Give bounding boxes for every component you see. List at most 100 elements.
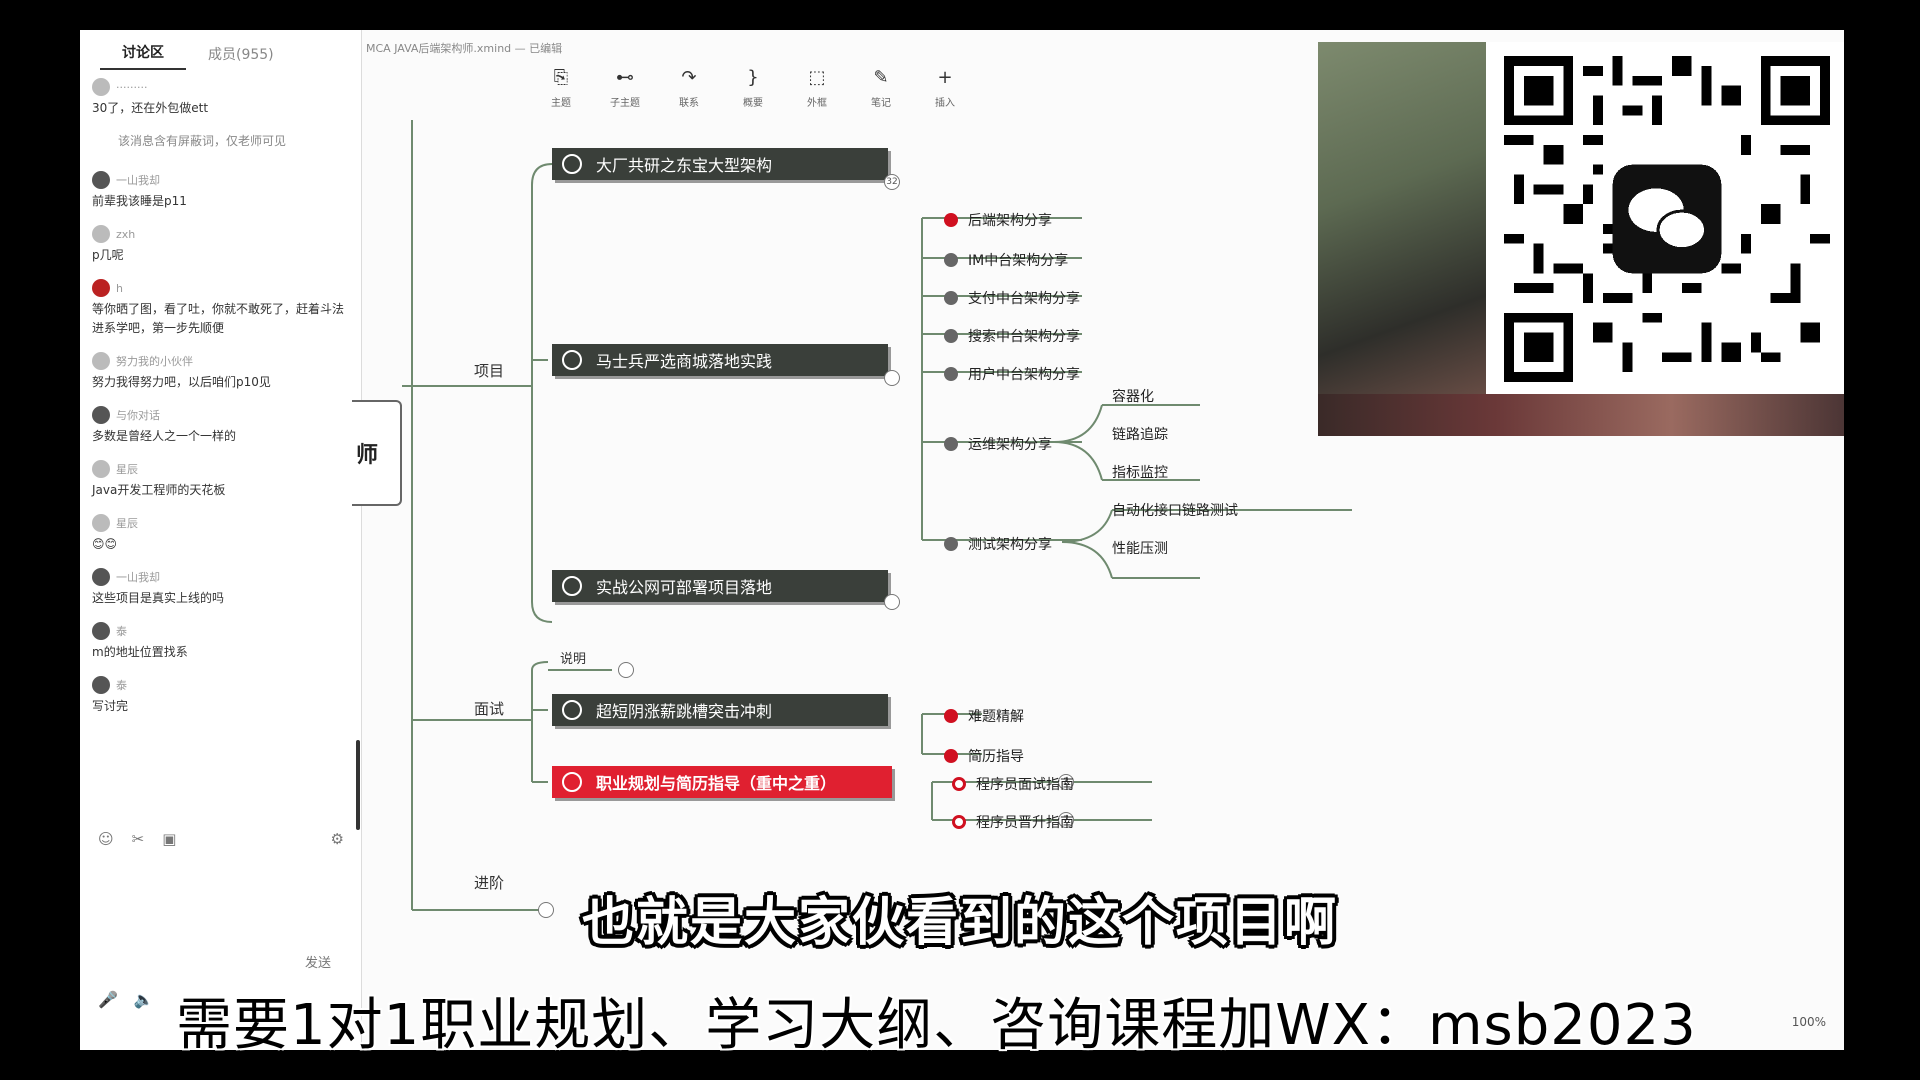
leaf-topic[interactable]: 搜索中台架构分享 xyxy=(944,326,1080,346)
collapse-toggle[interactable] xyxy=(884,594,900,610)
priority-icon xyxy=(944,537,958,551)
leaf-label: 难题精解 xyxy=(968,709,1024,725)
collapse-toggle[interactable] xyxy=(884,370,900,386)
leaf-label: 搜索中台架构分享 xyxy=(968,329,1080,345)
message-text: 这些项目是真实上线的吗 xyxy=(92,591,225,605)
topic-icon xyxy=(562,700,582,720)
sub-topic[interactable]: 指标监控 xyxy=(1112,462,1168,482)
tab-members[interactable]: 成员(955) xyxy=(186,44,296,70)
priority-icon xyxy=(944,291,958,305)
collapse-toggle[interactable] xyxy=(618,662,634,678)
chat-message: zxh p几呢 xyxy=(92,225,349,265)
message-user: 泰 xyxy=(116,625,127,638)
leaf-label: 测试架构分享 xyxy=(968,537,1052,553)
qr-code xyxy=(1486,42,1844,394)
priority-icon xyxy=(944,749,958,763)
message-user: 泰 xyxy=(116,679,127,692)
leaf-label: 程序员晋升指南 xyxy=(976,815,1074,831)
sub-topic[interactable]: 容器化 xyxy=(1112,386,1154,406)
microphone-icon[interactable]: 🎤 xyxy=(98,990,118,1009)
branch-explain[interactable]: 说明 xyxy=(560,648,586,667)
avatar xyxy=(92,279,110,297)
priority-icon xyxy=(944,367,958,381)
avatar xyxy=(92,352,110,370)
leaf-topic[interactable]: 程序员晋升指南 xyxy=(952,812,1074,832)
topic-bar[interactable]: 实战公网可部署项目落地 xyxy=(552,570,888,602)
avatar xyxy=(92,514,110,532)
message-text: p几呢 xyxy=(92,248,124,262)
avatar xyxy=(92,225,110,243)
leaf-topic[interactable]: 运维架构分享 xyxy=(944,434,1052,454)
leaf-label: IM中台架构分享 xyxy=(968,253,1069,269)
blocked-notice: 该消息含有屏蔽词，仅老师可见 xyxy=(118,134,287,148)
chat-message: 星辰 😊😊 xyxy=(92,514,349,554)
chat-message: 努力我的小伙伴 努力我得努力吧，以后咱们p10见 xyxy=(92,352,349,392)
root-topic[interactable]: 师 xyxy=(352,400,402,506)
settings-icon[interactable]: ⚙ xyxy=(331,830,344,848)
topic-label: 职业规划与简历指导（重中之重） xyxy=(596,774,837,793)
message-user: zxh xyxy=(116,227,136,241)
topic-label: 超短阴涨薪跳槽突击冲刺 xyxy=(596,702,773,721)
zoom-level: 100% xyxy=(1791,1015,1826,1029)
message-text: m的地址位置找系 xyxy=(92,645,188,659)
sub-topic[interactable]: 链路追踪 xyxy=(1112,424,1168,444)
chat-message-list[interactable]: ········· 30了，还在外包做ett 该消息含有屏蔽词，仅老师可见 一山… xyxy=(80,70,361,738)
leaf-topic[interactable]: 后端架构分享 xyxy=(944,210,1052,230)
branch-project[interactable]: 项目 xyxy=(474,360,504,381)
chat-toolbar: ☺ ✂ ▣ ⚙ xyxy=(98,830,344,848)
sub-topic[interactable]: 性能压测 xyxy=(1112,538,1168,558)
priority-icon xyxy=(952,777,966,791)
leaf-topic[interactable]: 测试架构分享 xyxy=(944,534,1052,554)
leaf-label: 程序员面试指南 xyxy=(976,777,1074,793)
tab-discussion[interactable]: 讨论区 xyxy=(100,42,186,70)
message-text: 😊😊 xyxy=(92,537,118,551)
priority-icon xyxy=(944,253,958,267)
leaf-label: 用户中台架构分享 xyxy=(968,367,1080,383)
chat-message: 一山我却 这些项目是真实上线的吗 xyxy=(92,568,349,608)
collapse-toggle[interactable]: 32 xyxy=(884,174,900,190)
chat-message: ········· 30了，还在外包做ett xyxy=(92,78,349,118)
video-subtitle: 也就是大家伙看到的这个项目啊 xyxy=(581,893,1338,953)
chat-message: 与你对话 多数是曾经人之一个一样的 xyxy=(92,406,349,446)
avatar xyxy=(92,171,110,189)
promo-banner: 需要1对1职业规划、学习大纲、咨询课程加WX：msb2023 xyxy=(176,993,1697,1058)
image-icon[interactable]: ▣ xyxy=(162,830,176,848)
message-user: h xyxy=(116,281,123,295)
webcam-feed-strip xyxy=(1318,394,1844,436)
avatar xyxy=(92,78,110,96)
leaf-topic[interactable]: 难题精解 xyxy=(944,706,1024,726)
message-user: 一山我却 xyxy=(116,174,160,187)
chat-scrollbar[interactable] xyxy=(356,740,360,830)
qr-code-graphic xyxy=(1504,56,1830,382)
topic-bar[interactable]: 超短阴涨薪跳槽突击冲刺 xyxy=(552,694,888,726)
sub-topic[interactable]: 自动化接口链路测试 xyxy=(1112,500,1238,520)
message-user: 努力我的小伙伴 xyxy=(116,355,193,368)
message-text: 前辈我该睡是p11 xyxy=(92,194,187,208)
priority-icon xyxy=(944,213,958,227)
topic-bar[interactable]: 马士兵严选商城落地实践 xyxy=(552,344,888,376)
priority-icon xyxy=(944,329,958,343)
leaf-topic[interactable]: IM中台架构分享 xyxy=(944,250,1068,270)
scissors-icon[interactable]: ✂ xyxy=(132,830,145,848)
leaf-topic[interactable]: 程序员面试指南 xyxy=(952,774,1074,794)
chat-message: h 等你晒了图，看了吐，你就不敢死了，赶着斗法进系学吧，第一步先顺便 xyxy=(92,279,349,338)
priority-icon xyxy=(944,437,958,451)
chat-message: 星辰 Java开发工程师的天花板 xyxy=(92,460,349,500)
leaf-topic[interactable]: 用户中台架构分享 xyxy=(944,364,1080,384)
avatar xyxy=(92,568,110,586)
zoom-control[interactable]: 100% xyxy=(1792,1015,1826,1029)
branch-interview[interactable]: 面试 xyxy=(474,698,504,719)
topic-label: 马士兵严选商城落地实践 xyxy=(596,352,773,371)
leaf-label: 支付中台架构分享 xyxy=(968,291,1080,307)
message-text: 30了，还在外包做ett xyxy=(92,101,209,115)
leaf-topic[interactable]: 支付中台架构分享 xyxy=(944,288,1080,308)
message-user: 星辰 xyxy=(116,463,138,476)
priority-icon xyxy=(944,709,958,723)
leaf-topic[interactable]: 简历指导 xyxy=(944,746,1024,766)
avatar xyxy=(92,676,110,694)
speaker-icon[interactable]: 🔈 xyxy=(134,990,154,1009)
emoji-icon[interactable]: ☺ xyxy=(98,830,114,848)
message-user: 星辰 xyxy=(116,517,138,530)
topic-bar[interactable]: 大厂共研之东宝大型架构 xyxy=(552,148,888,180)
topic-bar-highlight[interactable]: 职业规划与简历指导（重中之重） xyxy=(552,766,892,798)
